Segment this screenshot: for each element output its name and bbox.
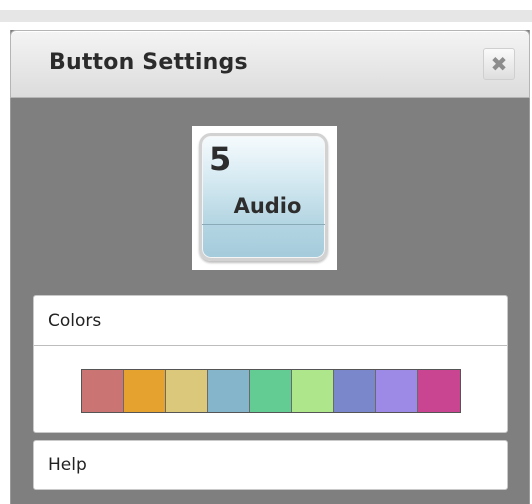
color-swatch[interactable] xyxy=(124,370,166,412)
preview-button-number: 5 xyxy=(209,140,232,178)
color-swatch[interactable] xyxy=(376,370,418,412)
color-swatch[interactable] xyxy=(82,370,124,412)
preview-button[interactable]: 5 Audio xyxy=(199,133,328,261)
close-icon: ✖ xyxy=(490,52,508,76)
panel-title: Button Settings xyxy=(49,50,248,75)
help-section-header[interactable]: Help xyxy=(34,441,507,489)
color-swatch[interactable] xyxy=(418,370,460,412)
color-swatch[interactable] xyxy=(166,370,208,412)
panel-header: Button Settings ✖ xyxy=(10,30,530,98)
color-swatch-row xyxy=(81,369,461,413)
close-button[interactable]: ✖ xyxy=(483,48,515,80)
color-swatch[interactable] xyxy=(250,370,292,412)
button-preview-area: 5 Audio xyxy=(192,126,337,270)
color-swatch[interactable] xyxy=(334,370,376,412)
preview-button-label: Audio xyxy=(233,194,302,218)
colors-section: Colors xyxy=(33,295,508,433)
button-settings-panel: Button Settings ✖ 5 Audio Colors Help xyxy=(10,30,530,504)
colors-section-header[interactable]: Colors xyxy=(34,296,507,346)
color-swatch[interactable] xyxy=(208,370,250,412)
color-swatch[interactable] xyxy=(292,370,334,412)
preview-button-divider xyxy=(202,224,325,225)
help-section: Help xyxy=(33,440,508,490)
top-divider-strip xyxy=(0,10,532,22)
